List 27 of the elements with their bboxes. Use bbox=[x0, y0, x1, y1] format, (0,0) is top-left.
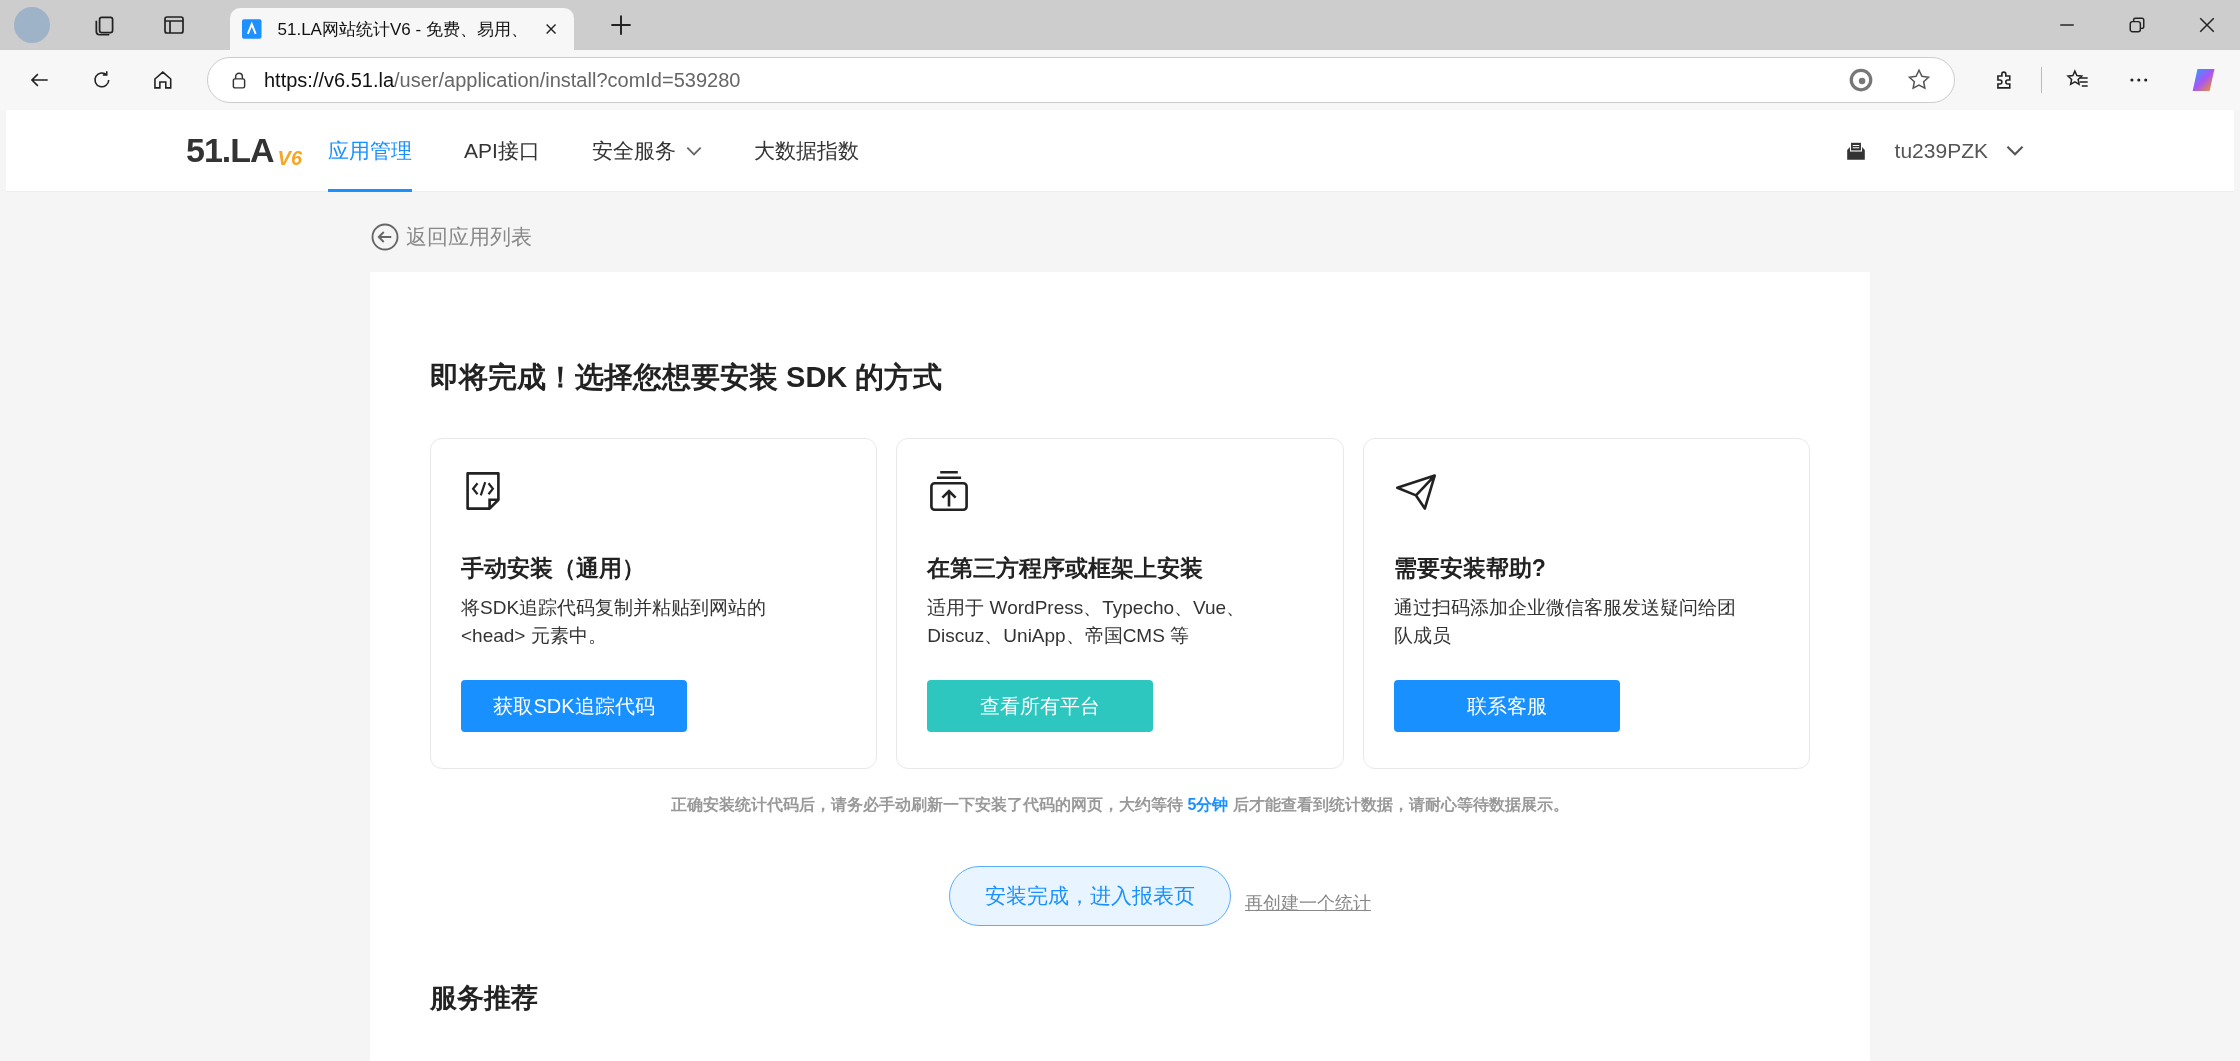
create-link[interactable]: 再创建一个统计 bbox=[1245, 891, 1371, 915]
card-title: 需要安装帮助? bbox=[1393, 554, 1546, 583]
new-tab-icon[interactable] bbox=[610, 14, 632, 36]
sidebar-icon[interactable] bbox=[162, 13, 186, 37]
address-field[interactable]: https://v6.51.la/user/application/install?comId=539280 bbox=[206, 57, 1955, 103]
card-description: 通过扫码添加企业微信客服发送疑问给团队成员 bbox=[1393, 596, 1737, 648]
install-notice: 正确安装统计代码后，请务必手动刷新一下安装了代码的网页，大约等待 5分钟 后才能查看到统计数据，请耐心等待数据展示。 bbox=[670, 795, 1570, 815]
card-title: 在第三方程序或框架上安装 bbox=[927, 554, 1204, 583]
chevron-down-icon bbox=[2006, 145, 2024, 156]
page-title: 即将完成！选择您想要安装 SDK 的方式 bbox=[430, 360, 944, 395]
nav-tab[interactable]: 大数据指数 bbox=[753, 109, 859, 192]
browser-tab[interactable]: 51.LA网站统计V6 - 免费、易用、 bbox=[230, 8, 574, 50]
nav-tab[interactable]: API接口 bbox=[464, 109, 540, 192]
user-menu[interactable]: tu239PZK bbox=[1894, 138, 2024, 163]
section-title: 服务推荐 bbox=[430, 982, 539, 1015]
card-description: 将SDK追踪代码复制并粘贴到网站的<head> 元素中。 bbox=[461, 596, 768, 648]
chevron-down-icon bbox=[685, 145, 702, 156]
restore-icon[interactable] bbox=[2128, 16, 2146, 34]
nav-tab[interactable]: 安全服务 bbox=[591, 109, 702, 192]
url-text: https://v6.51.la/user/application/install?comId=539280 bbox=[263, 68, 741, 92]
tab-title: 51.LA网站统计V6 - 免费、易用、 bbox=[277, 18, 528, 41]
mail-icon[interactable] bbox=[1844, 139, 1867, 162]
card-description: 适用于 WordPress、Typecho、Vue、Discuz、UniApp、帝国CMS 等 bbox=[927, 596, 1247, 648]
logo[interactable]: 51.LA V6 bbox=[186, 131, 303, 170]
site-logo-icon bbox=[242, 18, 262, 40]
card-title: 手动安装（通用） bbox=[461, 554, 645, 583]
close-window-icon[interactable] bbox=[2198, 16, 2216, 34]
